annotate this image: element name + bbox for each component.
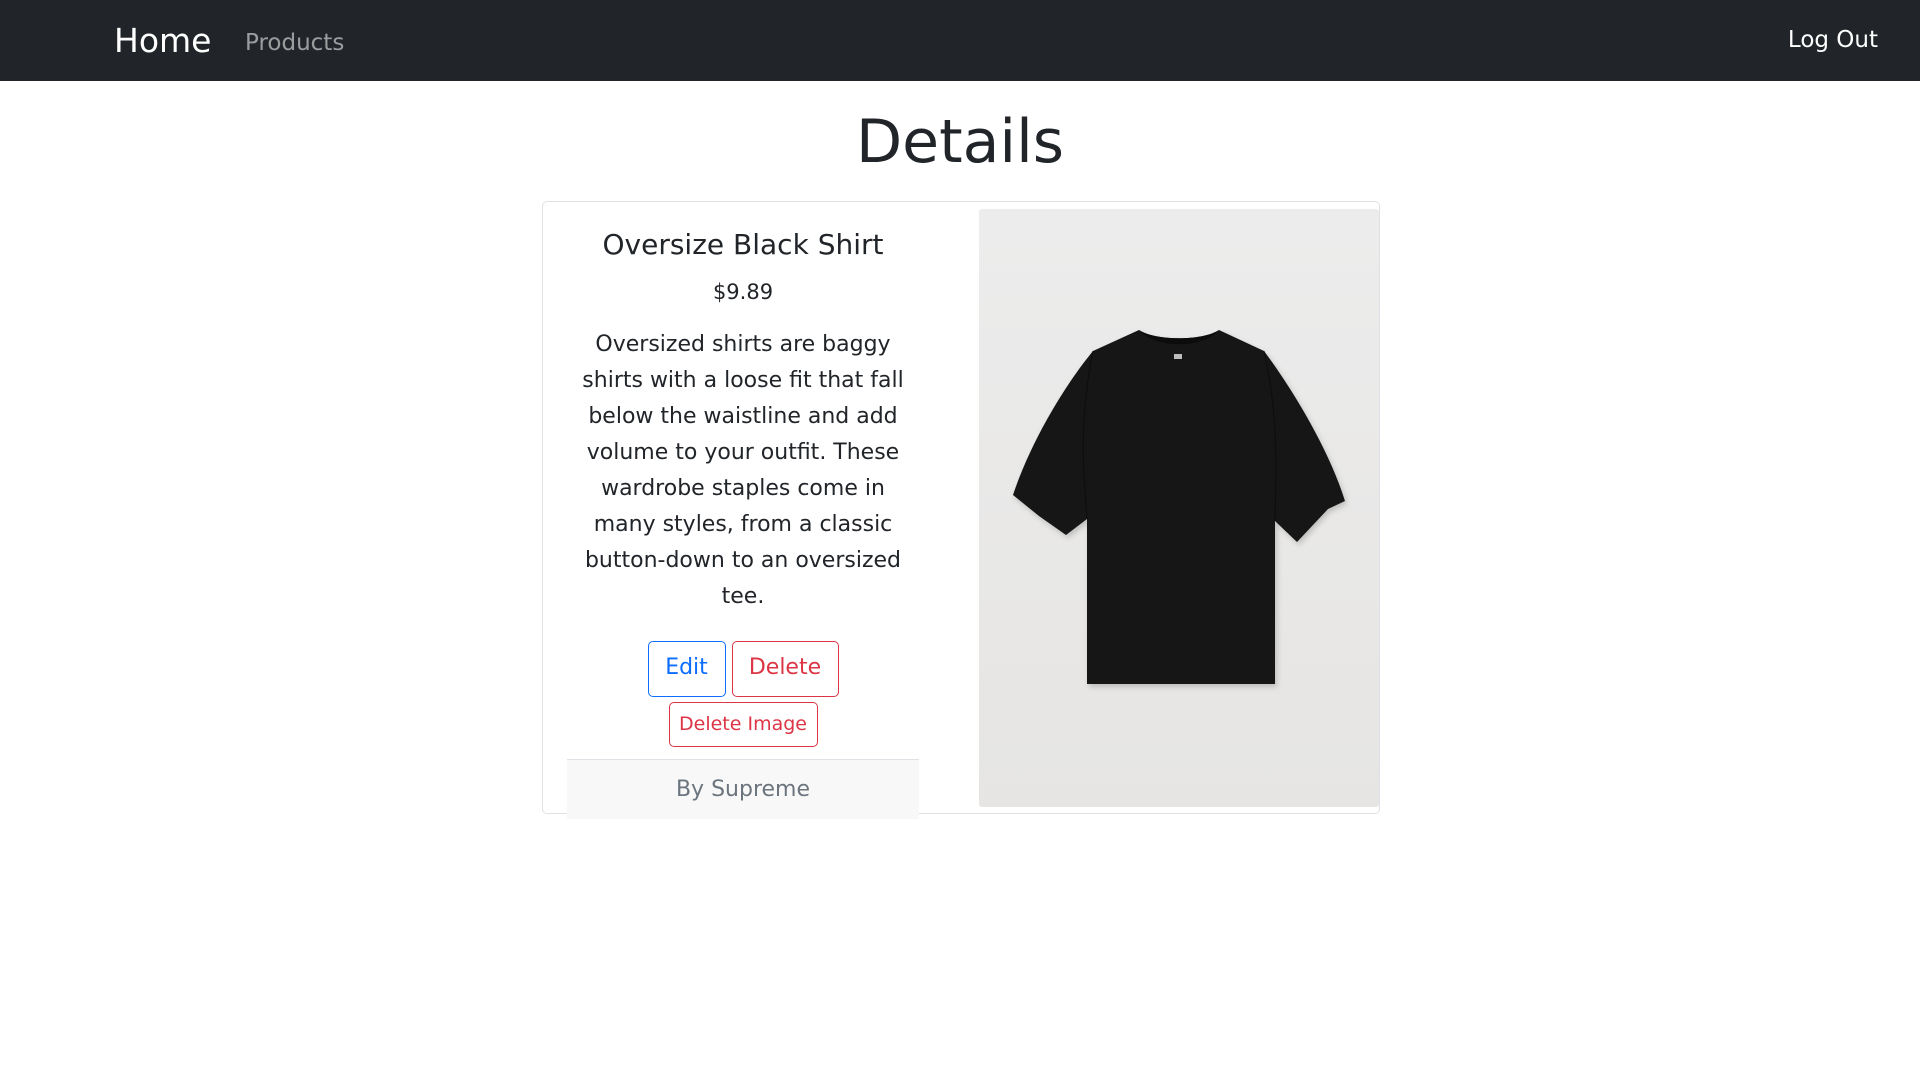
card-footer: By Supreme <box>567 758 919 819</box>
action-buttons: Edit Delete <box>567 640 919 697</box>
logout-link[interactable]: Log Out <box>1788 26 1878 55</box>
home-link[interactable]: Home <box>114 20 211 61</box>
page-title: Details <box>855 107 1064 177</box>
tshirt-image <box>1013 330 1345 684</box>
edit-button[interactable]: Edit <box>647 640 726 697</box>
product-card: Oversize Black Shirt $9.89 Oversized shi… <box>542 201 1380 819</box>
top-navbar: Home Products Log Out <box>0 0 1920 81</box>
product-name: Oversize Black Shirt <box>602 228 884 261</box>
product-image <box>979 209 1379 807</box>
product-card-body: Oversize Black Shirt $9.89 Oversized shi… <box>567 222 919 819</box>
product-brand: By Supreme <box>675 776 811 802</box>
delete-button[interactable]: Delete <box>731 640 839 697</box>
product-price: $9.89 <box>712 280 774 305</box>
products-link[interactable]: Products <box>245 29 344 58</box>
product-description: Oversized shirts are baggy shirts with a… <box>582 331 904 609</box>
delete-image-button[interactable]: Delete Image <box>668 701 818 747</box>
